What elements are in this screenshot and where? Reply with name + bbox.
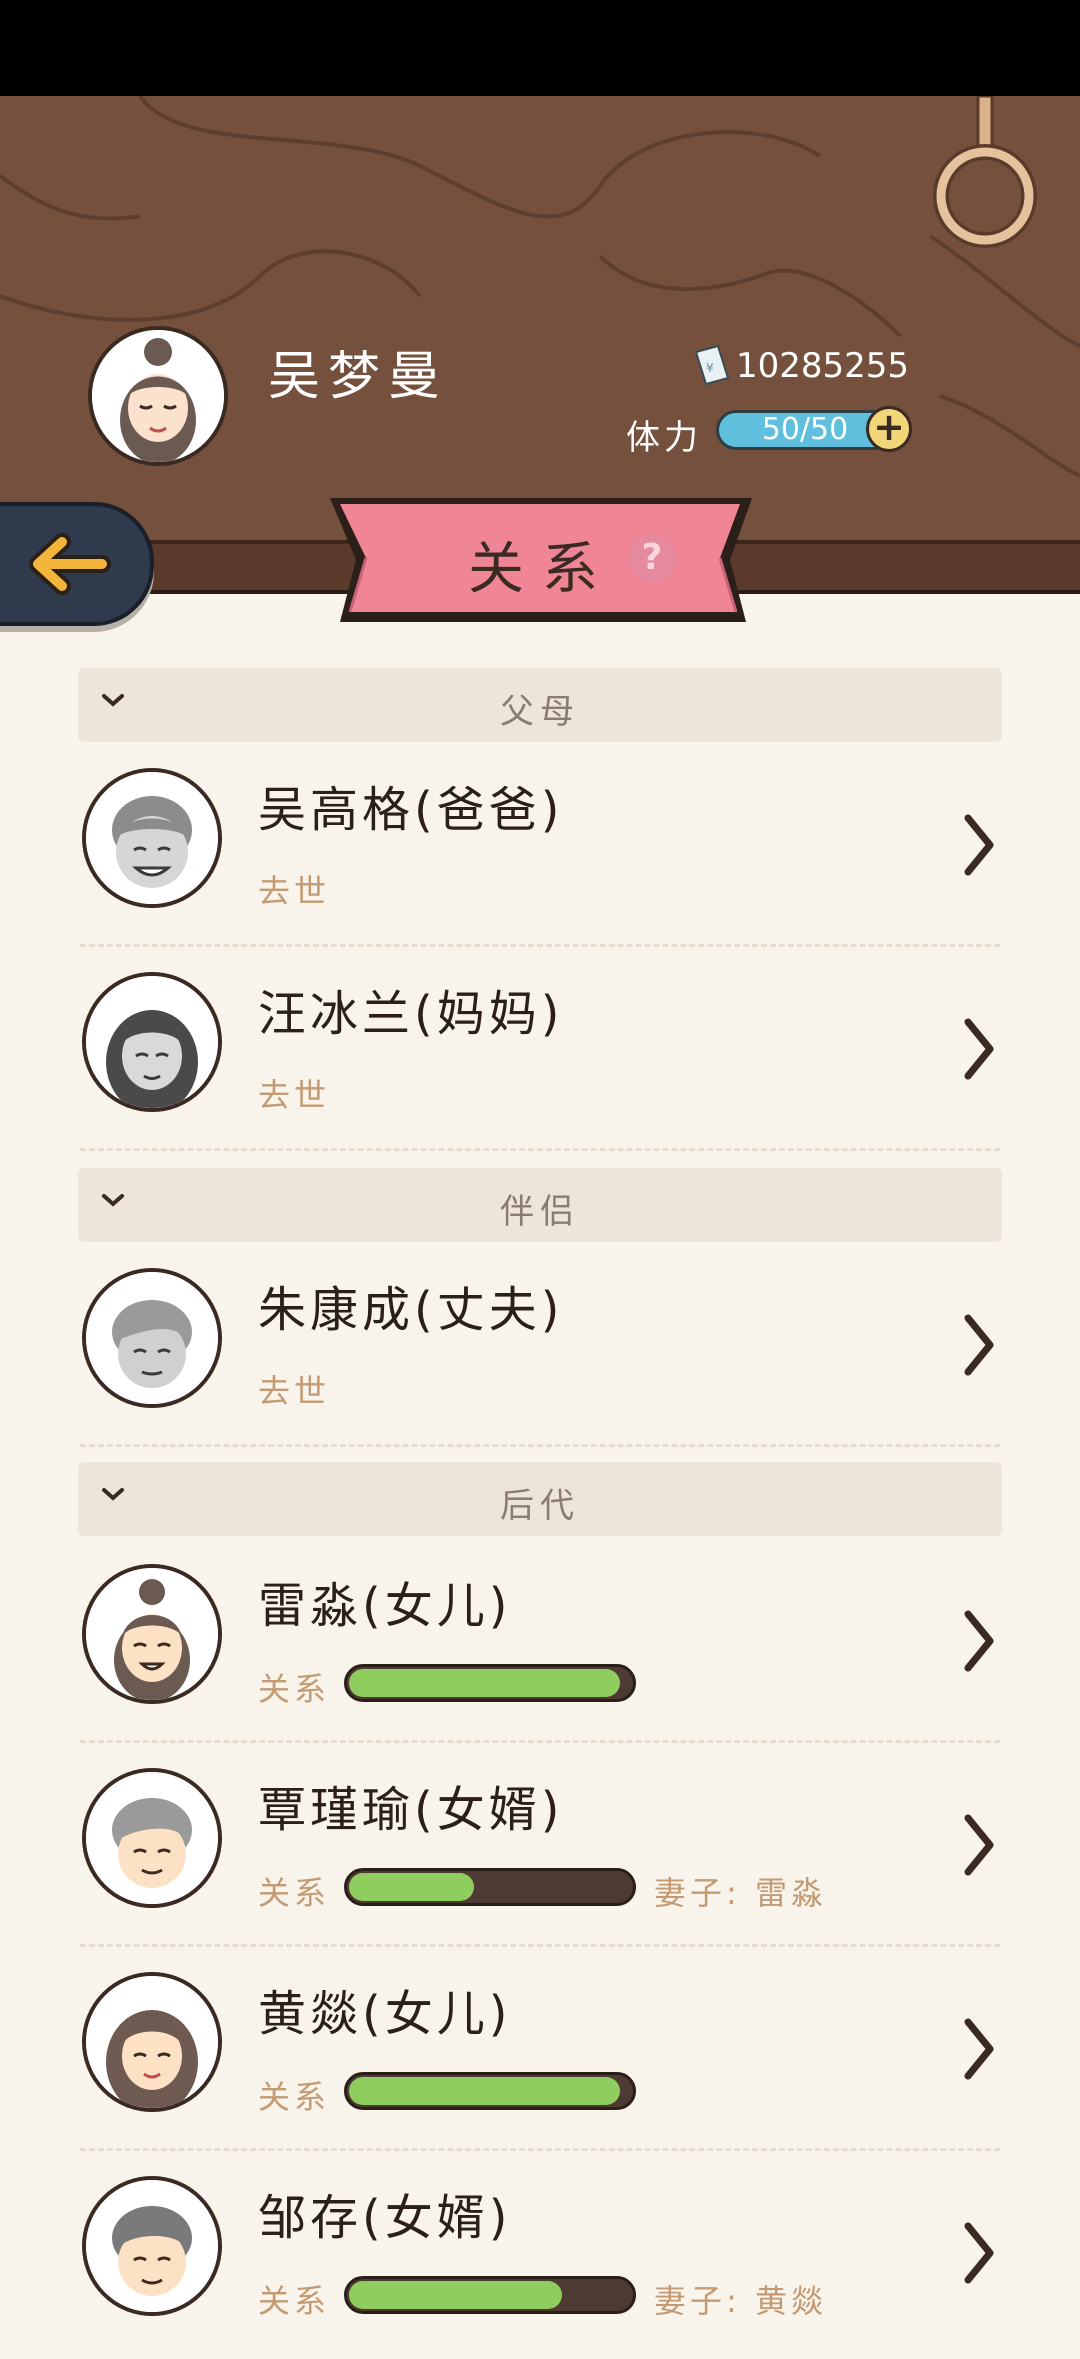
member-status: 去世 xyxy=(258,1076,331,1114)
member-name: 雷淼(女儿) xyxy=(258,1578,512,1634)
relation-bar xyxy=(344,2072,636,2110)
relation-fill xyxy=(349,1669,620,1697)
avatar xyxy=(82,972,222,1112)
chevron-right-icon xyxy=(964,814,994,876)
money-note-icon: ¥ xyxy=(694,344,730,386)
chevron-right-icon xyxy=(964,1018,994,1080)
pull-ring-icon[interactable] xyxy=(932,96,1042,256)
divider xyxy=(80,1444,1000,1447)
add-stamina-button[interactable]: + xyxy=(866,406,912,452)
relation-bar xyxy=(344,2276,636,2314)
section-header-partner[interactable]: 伴侣 xyxy=(78,1168,1002,1242)
divider xyxy=(80,1740,1000,1743)
player-name: 吴梦曼 xyxy=(268,347,449,407)
list-item[interactable]: 黄燚(女儿) 关系 xyxy=(78,1950,1002,2155)
relation-bar xyxy=(344,1664,636,1702)
list-item[interactable]: 汪冰兰(妈妈) 去世 xyxy=(78,950,1002,1155)
coin-amount: 10285255 xyxy=(736,346,910,386)
member-name: 汪冰兰(妈妈) xyxy=(258,986,564,1042)
relation-label: 关系 xyxy=(258,1874,331,1912)
avatar xyxy=(82,1268,222,1408)
relation-label: 关系 xyxy=(258,2282,331,2320)
spouse-text: 妻子: 黄燚 xyxy=(654,2282,827,2320)
help-icon[interactable]: ? xyxy=(628,534,676,582)
relation-label: 关系 xyxy=(258,1670,331,1708)
chevron-right-icon xyxy=(964,1814,994,1876)
list-item[interactable]: 朱康成(丈夫) 去世 xyxy=(78,1246,1002,1451)
section-title: 父母 xyxy=(500,692,580,732)
section-header-descendants[interactable]: 后代 xyxy=(78,1462,1002,1536)
member-name: 邹存(女婿) xyxy=(258,2190,512,2246)
status-bar xyxy=(0,0,1080,96)
chevron-right-icon xyxy=(964,1314,994,1376)
relation-fill xyxy=(349,2281,563,2309)
divider xyxy=(80,944,1000,947)
list-item[interactable]: 雷淼(女儿) 关系 xyxy=(78,1542,1002,1747)
avatar xyxy=(82,1768,222,1908)
avatar xyxy=(82,768,222,908)
member-status: 去世 xyxy=(258,872,331,910)
list-item[interactable]: 邹存(女婿) 关系 妻子: 黄燚 xyxy=(78,2154,1002,2359)
member-name: 黄燚(女儿) xyxy=(258,1986,512,2042)
coin-counter: ¥ 10285255 xyxy=(692,344,909,388)
spouse-text: 妻子: 雷淼 xyxy=(654,1874,827,1912)
chevron-right-icon xyxy=(964,2018,994,2080)
avatar xyxy=(82,1972,222,2112)
avatar xyxy=(82,1564,222,1704)
relation-bar xyxy=(344,1868,636,1906)
svg-text:¥: ¥ xyxy=(706,361,714,375)
page-title: 关系 xyxy=(468,537,616,602)
player-avatar[interactable] xyxy=(88,326,228,466)
chevron-right-icon xyxy=(964,1610,994,1672)
chevron-right-icon xyxy=(964,2222,994,2284)
relation-label: 关系 xyxy=(258,2078,331,2116)
section-title: 后代 xyxy=(500,1486,580,1526)
divider xyxy=(80,1148,1000,1151)
member-name: 朱康成(丈夫) xyxy=(258,1282,564,1338)
member-status: 去世 xyxy=(258,1372,331,1410)
stamina-label: 体力 xyxy=(626,418,702,458)
member-name: 覃瑾瑜(女婿) xyxy=(258,1782,564,1838)
relation-fill xyxy=(349,2077,620,2105)
back-button[interactable] xyxy=(0,502,154,626)
list-item[interactable]: 覃瑾瑜(女婿) 关系 妻子: 雷淼 xyxy=(78,1746,1002,1951)
section-title: 伴侣 xyxy=(500,1192,580,1232)
avatar xyxy=(82,2176,222,2316)
section-header-parents[interactable]: 父母 xyxy=(78,668,1002,742)
divider xyxy=(80,2148,1000,2151)
member-name: 吴高格(爸爸) xyxy=(258,782,564,838)
relation-fill xyxy=(349,1873,474,1901)
divider xyxy=(80,1944,1000,1947)
back-arrow-icon xyxy=(29,533,111,595)
list-item[interactable]: 吴高格(爸爸) 去世 xyxy=(78,746,1002,951)
